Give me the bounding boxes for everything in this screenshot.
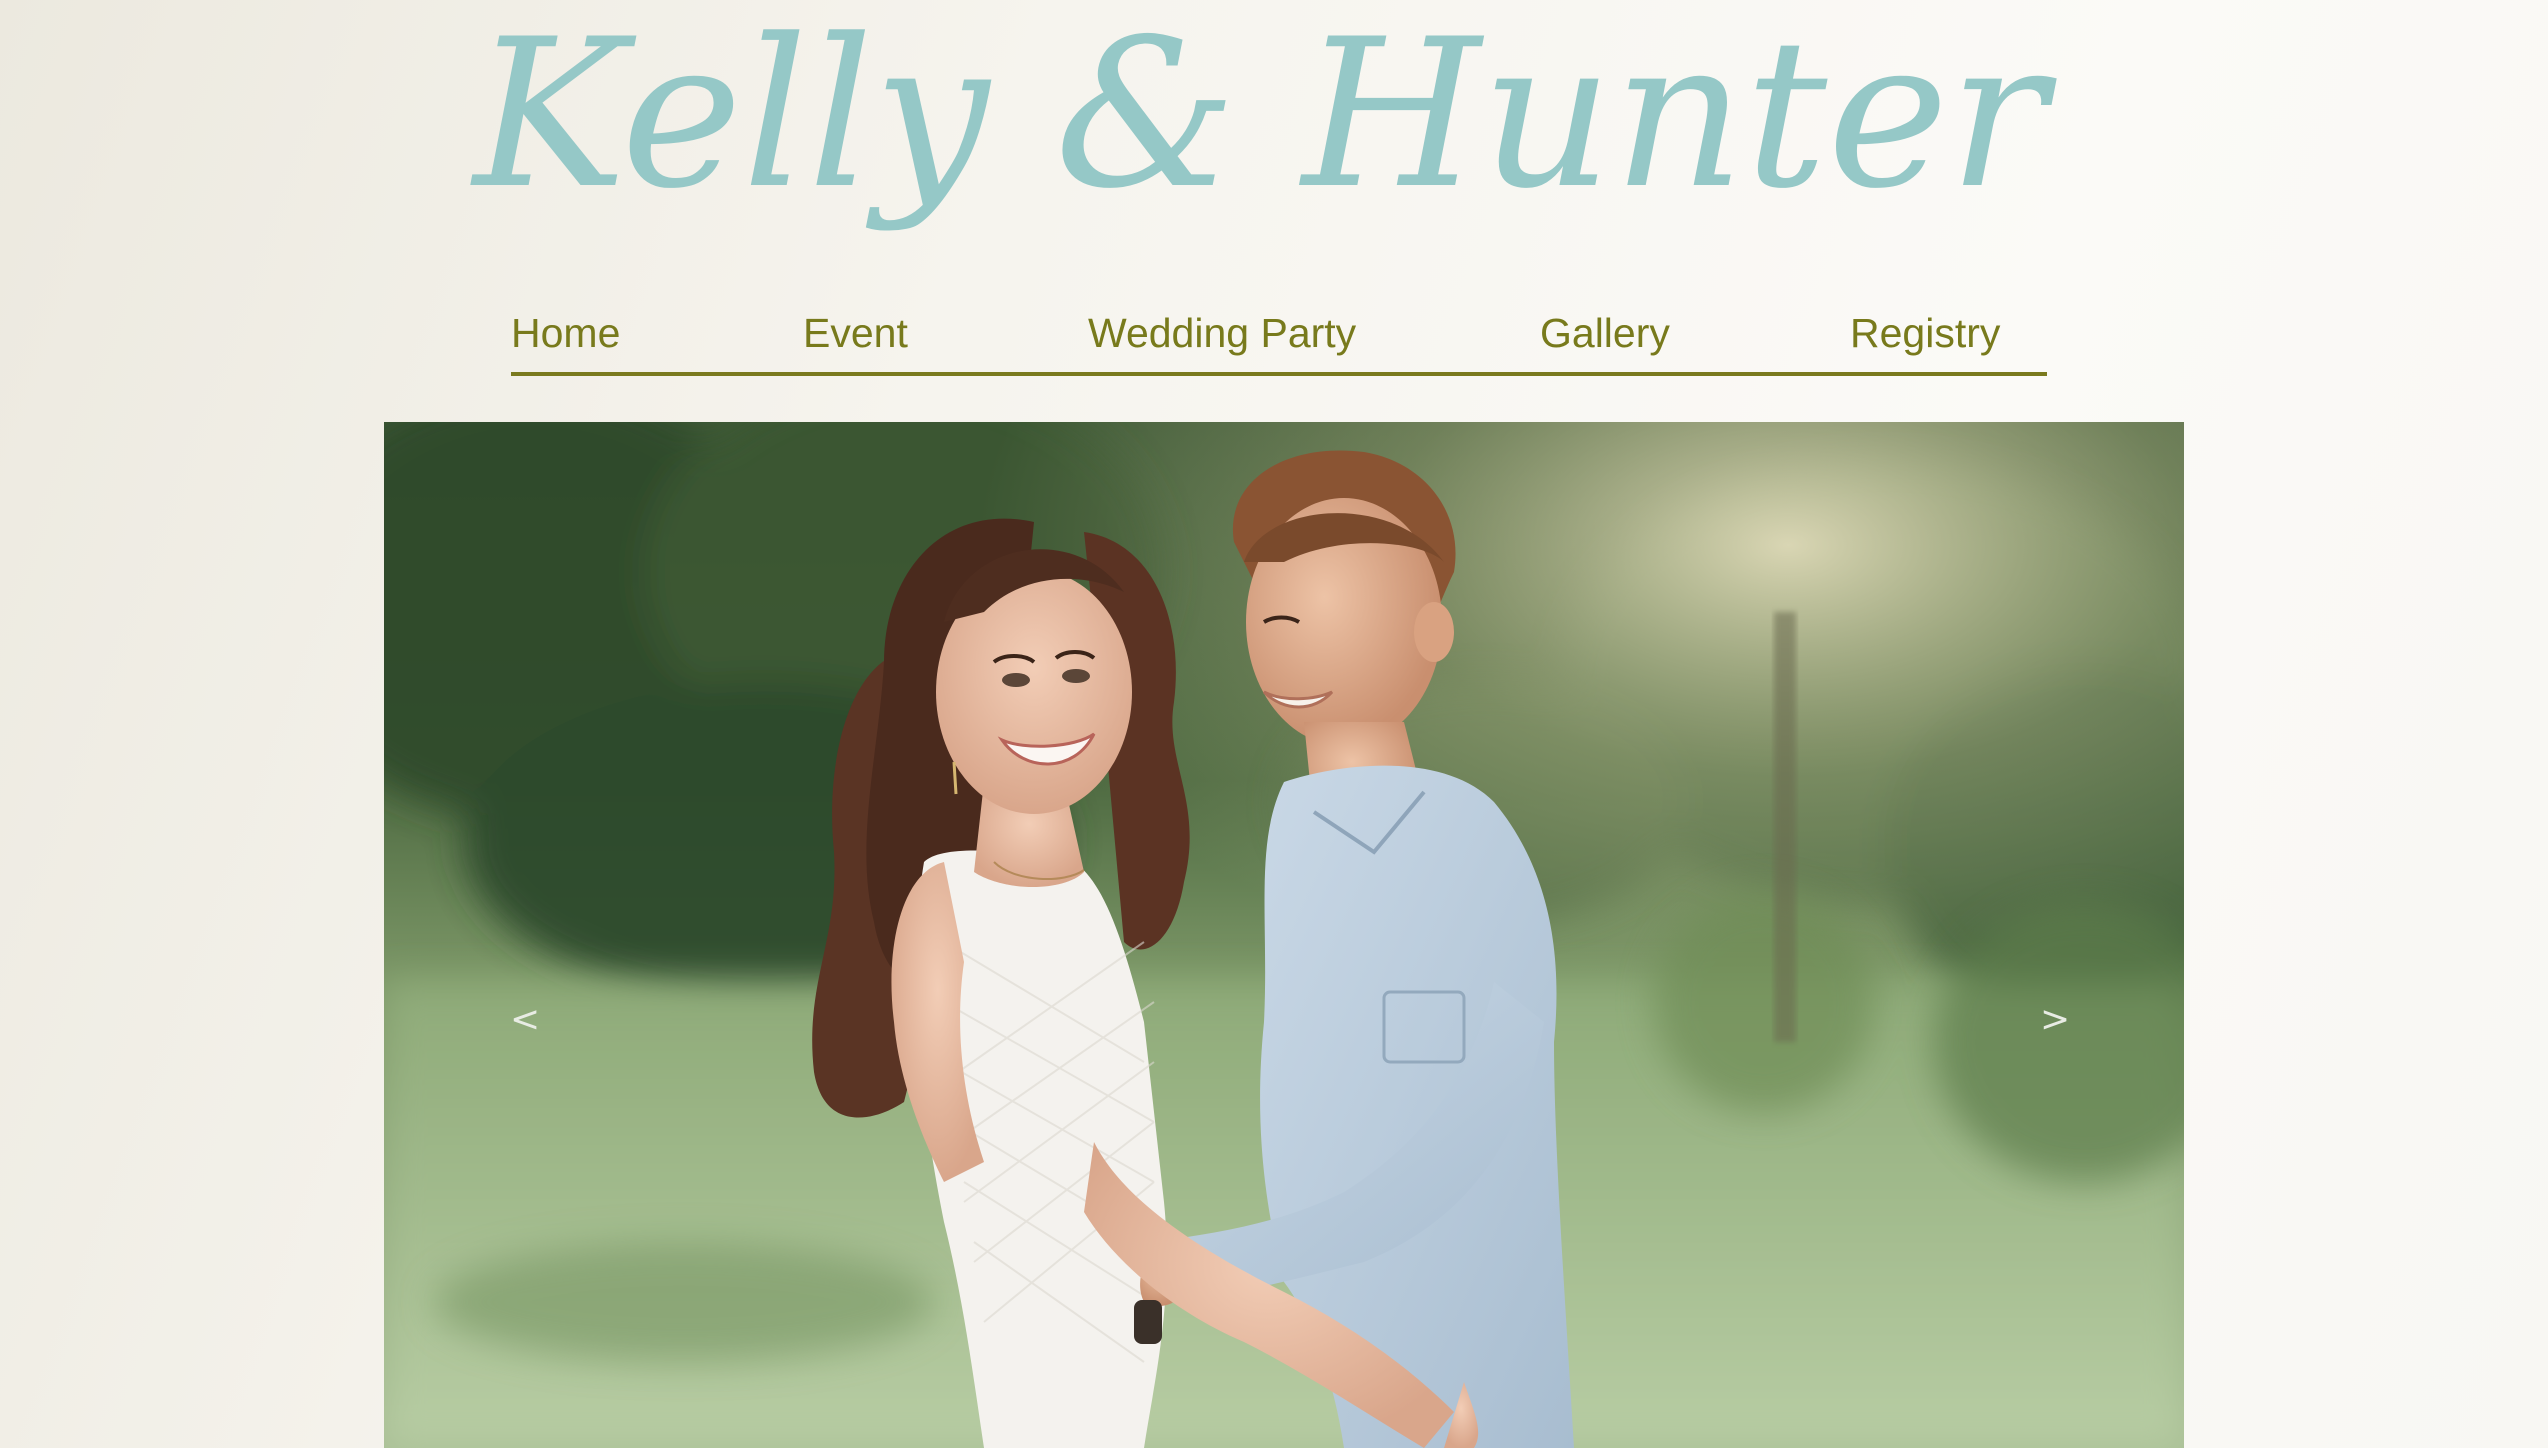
site-title: Kelly & Hunter	[0, 0, 2548, 290]
nav-wedding-party[interactable]: Wedding Party	[1088, 310, 1356, 357]
nav-home[interactable]: Home	[511, 310, 620, 357]
photo-carousel[interactable]: < >	[384, 422, 2184, 1448]
nav-gallery[interactable]: Gallery	[1540, 310, 1670, 357]
nav-registry[interactable]: Registry	[1850, 310, 2000, 357]
couple-photo	[384, 422, 2184, 1448]
carousel-prev-button[interactable]: <	[510, 1002, 540, 1038]
site-title-text: Kelly & Hunter	[469, 0, 2057, 234]
carousel-next-button[interactable]: >	[2040, 1002, 2070, 1038]
site-title-script: Kelly & Hunter	[469, 0, 2057, 234]
nav-event[interactable]: Event	[803, 310, 908, 357]
main-nav: Home Event Wedding Party Gallery Registr…	[511, 300, 2047, 376]
